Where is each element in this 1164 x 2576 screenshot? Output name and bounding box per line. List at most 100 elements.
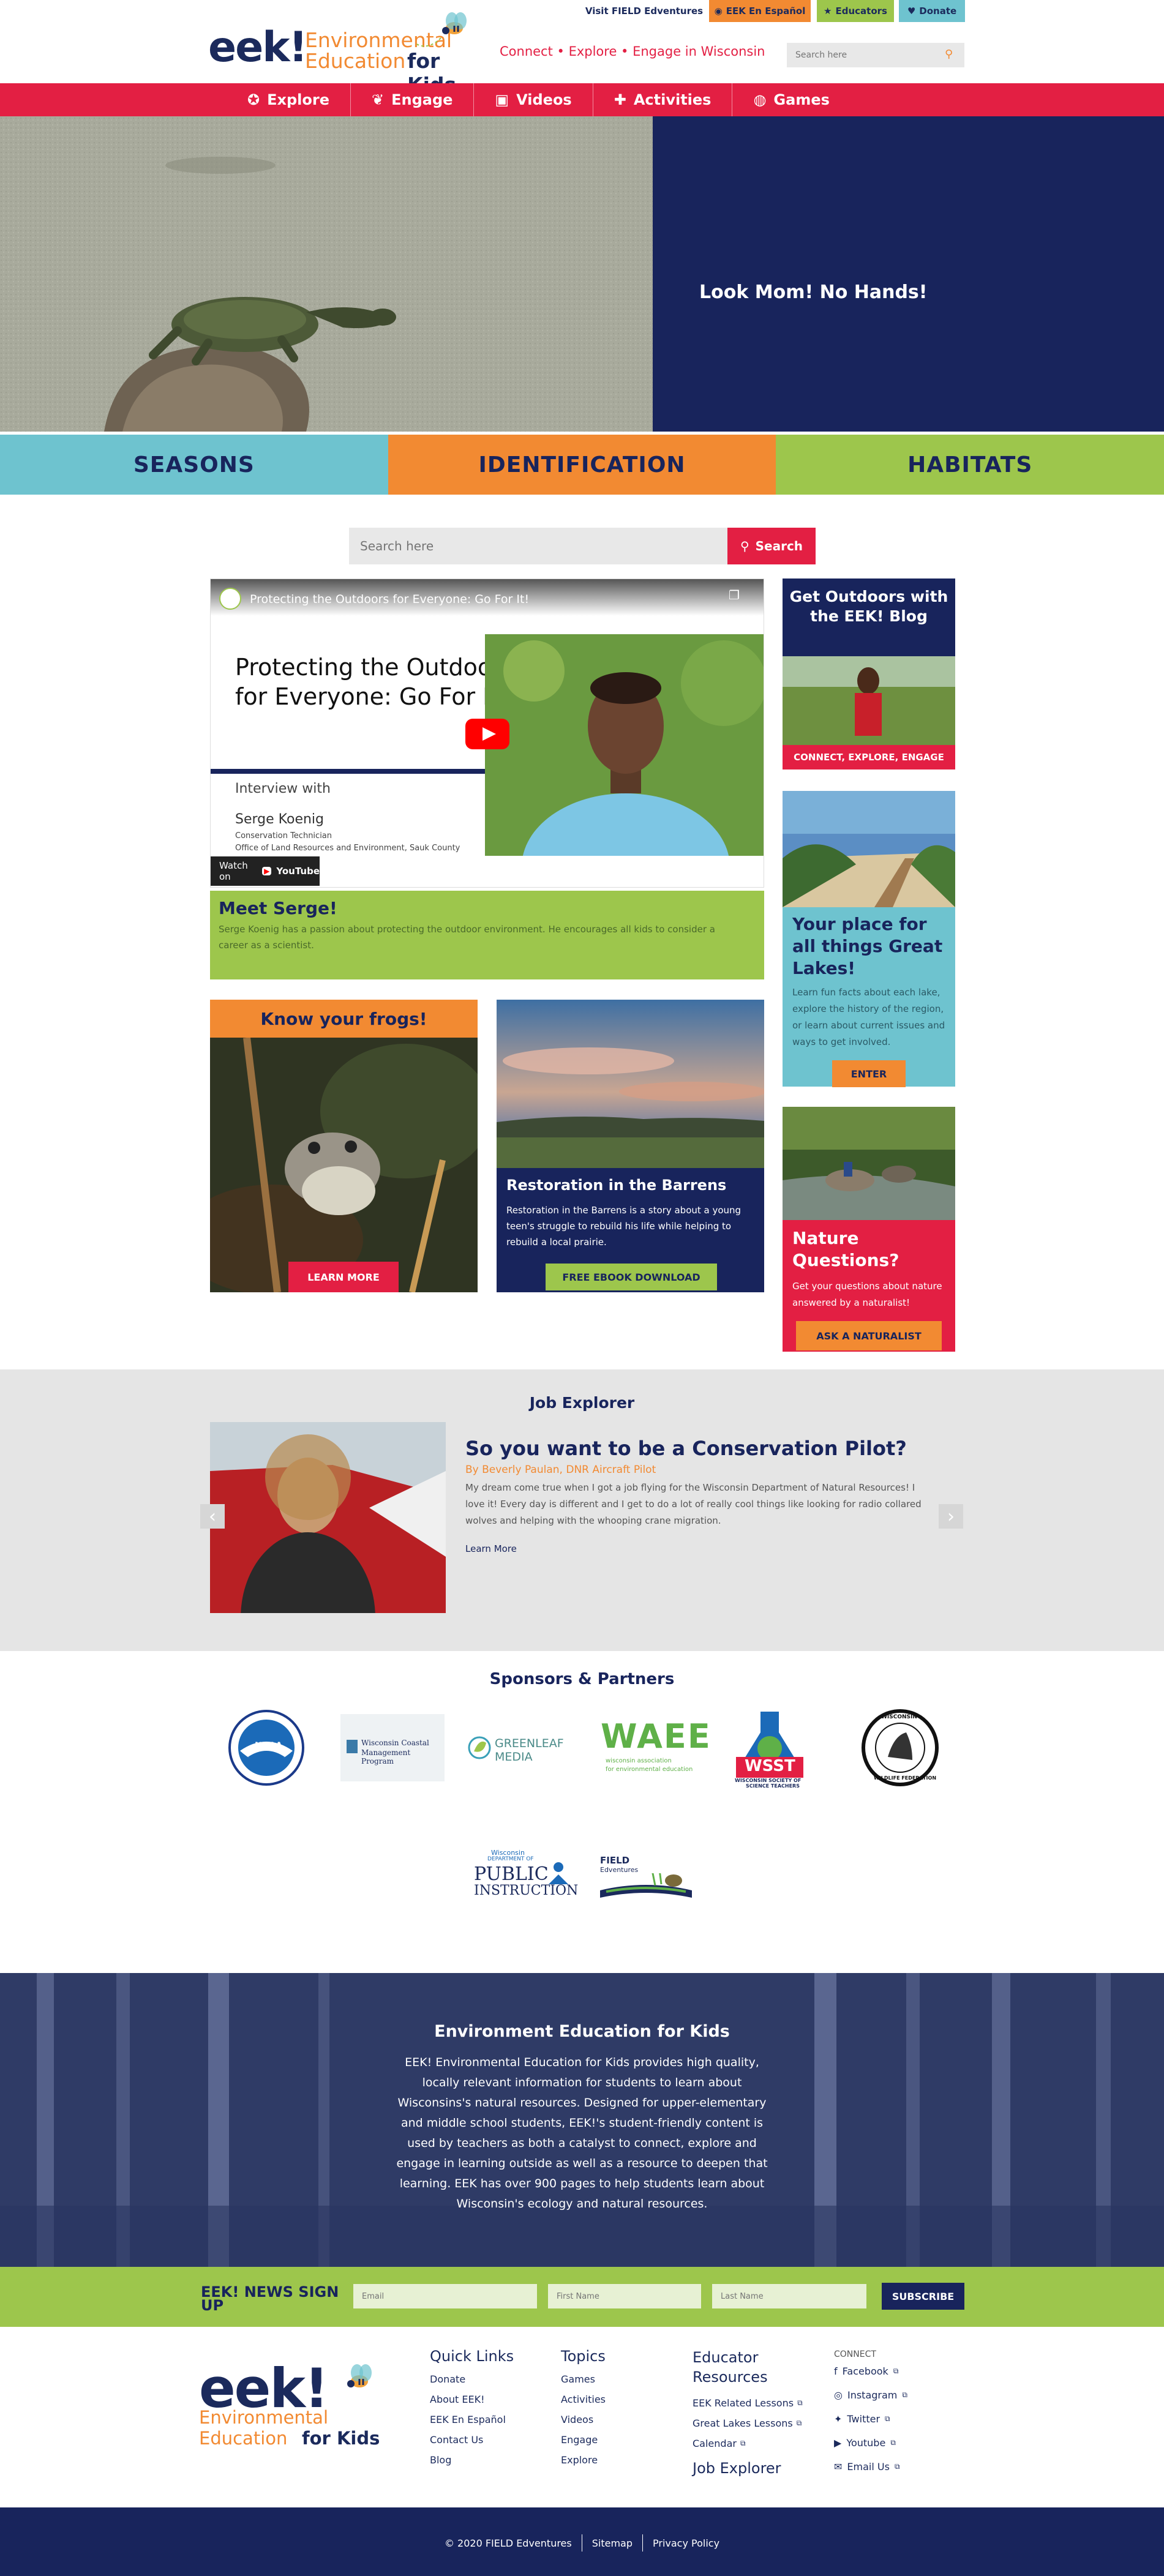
blog-caption[interactable]: CONNECT, EXPLORE, ENGAGE <box>783 745 955 769</box>
external-link-icon: ⧉ <box>740 2439 746 2447</box>
hero-image <box>0 116 653 432</box>
sprout-icon: ❦ <box>372 91 385 108</box>
sponsor-greenleaf[interactable]: GREENLEAF MEDIA <box>468 1729 572 1766</box>
newsletter-last-name-input[interactable] <box>712 2284 866 2308</box>
youtube-icon: ▶ <box>834 2437 842 2449</box>
carousel-prev-arrow[interactable]: ‹ <box>200 1504 225 1529</box>
nav-item-videos[interactable]: ▣ Videos <box>473 83 592 116</box>
sponsor-wwf[interactable]: WISCONSIN WILDLIFE FEDERATION <box>860 1708 940 1788</box>
sponsor-noaa[interactable]: NOAA <box>227 1708 306 1788</box>
youtube-play-icon: ▶ <box>262 867 272 875</box>
social-twitter-link[interactable]: ✦ Twitter ⧉ <box>834 2407 956 2431</box>
newsletter-bar: EEK! NEWS SIGN UP SUBSCRIBE <box>0 2267 1164 2327</box>
social-email-us-link[interactable]: ✉ Email Us ⧉ <box>834 2455 956 2479</box>
sponsor-waee[interactable]: WAEE wisconsin association for environme… <box>597 1717 710 1778</box>
job-explorer-heading: Job Explorer <box>529 1394 635 1412</box>
job-learn-more-link[interactable]: Learn More <box>465 1543 517 1554</box>
topic-link[interactable]: Engage <box>561 2434 683 2454</box>
privacy-policy-link[interactable]: Privacy Policy <box>643 2537 729 2549</box>
sponsor-wcmp[interactable]: Wisconsin Coastal Management Program <box>340 1714 445 1781</box>
sitemap-link[interactable]: Sitemap <box>582 2537 642 2549</box>
educators-button[interactable]: ★ Educators <box>817 0 894 22</box>
quick-link[interactable]: About EEK! <box>430 2394 552 2414</box>
social-instagram-link[interactable]: ◎ Instagram ⧉ <box>834 2383 956 2407</box>
nav-item-activities[interactable]: ✚ Activities <box>592 83 732 116</box>
ask-a-naturalist-button[interactable]: ASK A NATURALIST <box>796 1321 942 1350</box>
youtube-video-embed[interactable]: Protecting the Outdoors for Everyone: Go… <box>210 578 764 888</box>
sponsor-field-edventures[interactable]: FIELD Edventures <box>594 1849 698 1904</box>
nature-questions-text: Get your questions about nature answered… <box>792 1281 942 1308</box>
facebook-icon: f <box>834 2365 838 2377</box>
channel-avatar[interactable] <box>219 588 241 610</box>
nav-item-explore[interactable]: ✪ Explore <box>227 83 350 116</box>
search-icon[interactable]: ⚲ <box>945 48 953 61</box>
footer-job-explorer-link[interactable]: Job Explorer <box>693 2460 827 2477</box>
main-search-input[interactable] <box>349 528 727 564</box>
job-text: My dream come true when I got a job flyi… <box>465 1482 922 1526</box>
carousel-next-arrow[interactable]: › <box>939 1504 963 1529</box>
sponsor-dpi[interactable]: Wisconsin DEPARTMENT OF PUBLIC INSTRUCTI… <box>473 1849 578 1904</box>
stream-kids-photo <box>783 1107 955 1220</box>
puzzle-icon: ✚ <box>614 91 626 108</box>
resource-link[interactable]: Calendar ⧉ <box>693 2433 827 2454</box>
espanol-button[interactable]: ◉ EEK En Español <box>709 0 811 22</box>
main-search-button[interactable]: ⚲ Search <box>727 528 816 564</box>
lake-beach-photo <box>783 791 955 907</box>
free-ebook-download-button[interactable]: FREE EBOOK DOWNLOAD <box>546 1264 717 1290</box>
hero-caption-panel: Look Mom! No Hands! <box>653 116 1164 432</box>
visit-field-edventures-link[interactable]: Visit FIELD Edventures <box>579 0 709 22</box>
resource-link[interactable]: Great Lakes Lessons ⧉ <box>693 2413 827 2433</box>
category-tab-habitats[interactable]: HABITATS <box>776 435 1164 495</box>
nav-item-games[interactable]: ◍ Games <box>732 83 850 116</box>
topics-heading: Topics <box>561 2348 606 2365</box>
site-logo[interactable]: eek! Environmental Education for Kids <box>208 6 490 97</box>
about-title: Environment Education for Kids <box>434 2022 730 2041</box>
job-byline: By Beverly Paulan, DNR Aircraft Pilot <box>465 1464 656 1476</box>
topic-link[interactable]: Explore <box>561 2454 683 2474</box>
subscribe-button[interactable]: SUBSCRIBE <box>882 2283 964 2310</box>
video-title-bar[interactable]: Protecting the Outdoors for Everyone: Go… <box>250 593 529 606</box>
search-icon: ⚲ <box>740 539 749 553</box>
gamepad-icon: ◍ <box>753 91 767 108</box>
great-lakes-enter-button[interactable]: ENTER <box>832 1060 906 1087</box>
donate-button[interactable]: ♥ Donate <box>899 0 965 22</box>
footer-topics: Topics Games Activities Videos Engage Explor… <box>561 2348 683 2474</box>
email-icon: ✉ <box>834 2461 843 2473</box>
job-explorer-section: Job Explorer So you want to be a Conserv… <box>0 1369 1164 1651</box>
social-facebook-link[interactable]: f Facebook ⧉ <box>834 2359 956 2383</box>
quick-link[interactable]: Blog <box>430 2454 552 2474</box>
topic-link[interactable]: Games <box>561 2373 683 2394</box>
nav-item-engage[interactable]: ❦ Engage <box>350 83 473 116</box>
video-person-org: Office of Land Resources and Environment… <box>235 844 460 853</box>
resource-link[interactable]: EEK Related Lessons ⧉ <box>693 2393 827 2413</box>
topic-link[interactable]: Videos <box>561 2414 683 2434</box>
waee-line1: WAEE <box>601 1717 712 1756</box>
newsletter-first-name-input[interactable] <box>548 2284 701 2308</box>
external-link-icon: ⧉ <box>902 2391 907 2399</box>
category-tab-seasons[interactable]: SEASONS <box>0 435 388 495</box>
watch-on-youtube-button[interactable]: Watch on ▶ YouTube <box>211 856 320 886</box>
video-slide-title-2: for Everyone: Go For It! <box>235 683 508 710</box>
quick-link[interactable]: Contact Us <box>430 2434 552 2454</box>
header-search-input[interactable] <box>787 43 940 67</box>
footer-logo[interactable]: eek! Environmental Education for Kids <box>199 2357 407 2449</box>
blog-title-panel[interactable]: Get Outdoors with the EEK! Blog <box>783 578 955 656</box>
video-slide-title-1: Protecting the Outdoors <box>235 654 514 681</box>
learn-more-frogs-button[interactable]: LEARN MORE <box>288 1262 399 1292</box>
dpi-line2: DEPARTMENT OF <box>487 1856 534 1862</box>
quick-link[interactable]: EEK En Español <box>430 2414 552 2434</box>
sponsor-wsst[interactable]: WSST WISCONSIN SOCIETY OF SCIENCE TEACHE… <box>730 1708 809 1789</box>
copy-link-icon[interactable]: ❐ <box>729 588 740 602</box>
topic-link[interactable]: Activities <box>561 2394 683 2414</box>
youtube-play-button[interactable] <box>465 719 509 749</box>
category-tabs: SEASONS IDENTIFICATION HABITATS <box>0 435 1164 495</box>
category-tab-identification[interactable]: IDENTIFICATION <box>388 435 776 495</box>
blog-photo[interactable] <box>783 656 955 745</box>
newsletter-email-input[interactable] <box>353 2284 537 2308</box>
video-interview-label: Interview with <box>235 781 331 796</box>
quick-link[interactable]: Donate <box>430 2373 552 2394</box>
about-section: Environment Education for Kids EEK! Envi… <box>0 1973 1164 2267</box>
field-line1: FIELD <box>600 1855 630 1866</box>
social-youtube-link[interactable]: ▶ Youtube ⧉ <box>834 2431 956 2455</box>
instagram-icon: ◎ <box>834 2389 843 2401</box>
